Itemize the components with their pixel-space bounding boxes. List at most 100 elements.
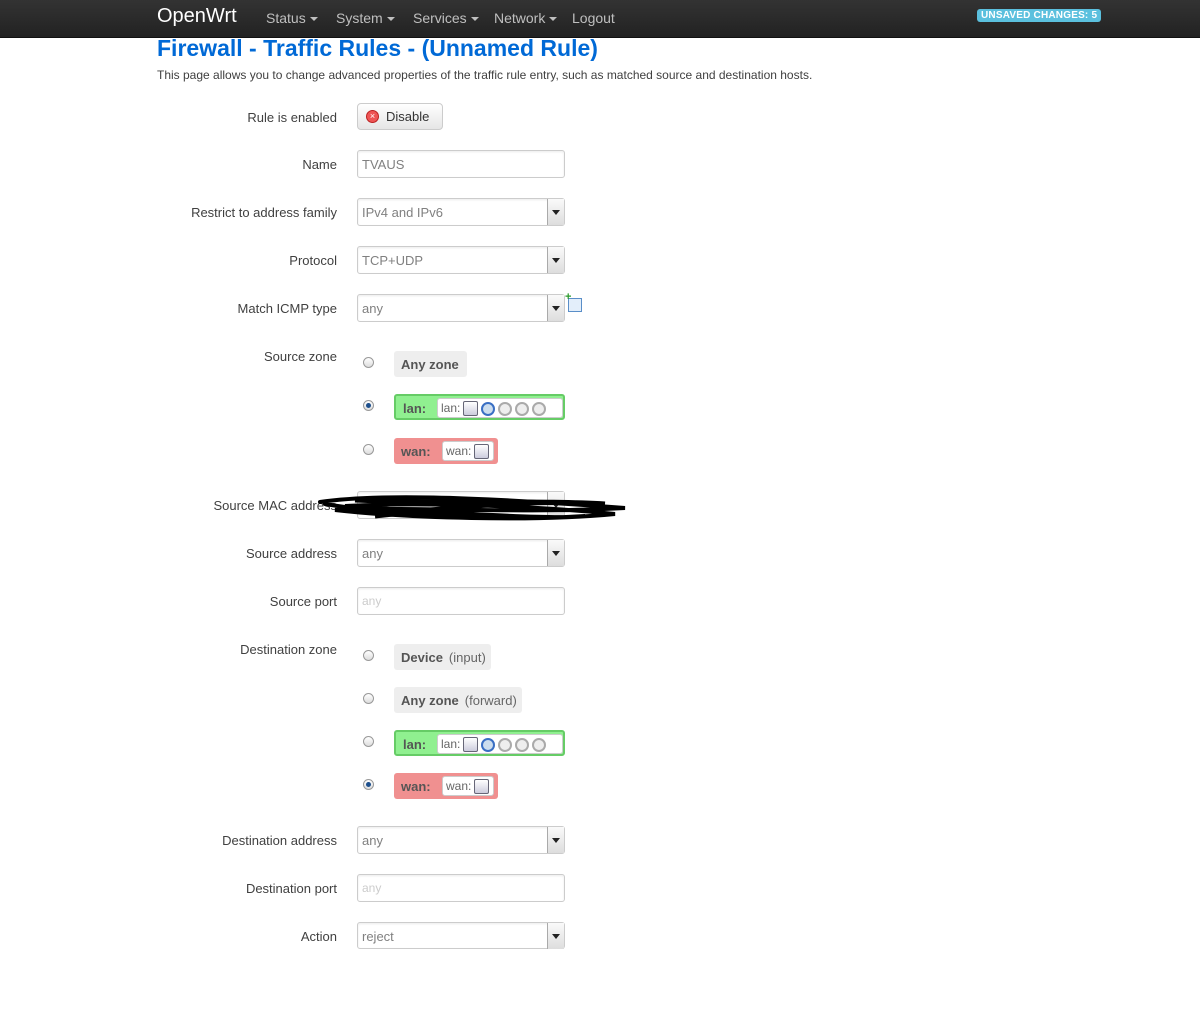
source-port-input[interactable]: any bbox=[357, 587, 565, 615]
dropdown-arrow-icon bbox=[547, 827, 564, 853]
dest-zone-any-radio[interactable] bbox=[363, 693, 374, 704]
wifi-icon bbox=[481, 401, 496, 416]
zone-sub: (input) bbox=[448, 650, 486, 665]
wifi-disabled-icon bbox=[532, 401, 547, 416]
zone-name: wan: bbox=[401, 444, 431, 459]
dest-zone-device-radio[interactable] bbox=[363, 650, 374, 661]
protocol-select-value: TCP+UDP bbox=[362, 253, 424, 268]
brand-logo[interactable]: OpenWrt bbox=[157, 5, 237, 28]
source-port-label: Source port bbox=[269, 594, 337, 609]
source-zone-label: Source zone bbox=[264, 349, 337, 364]
protocol-label: Protocol bbox=[289, 253, 337, 268]
source-zone-lan-radio[interactable] bbox=[363, 400, 374, 411]
action-label: Action bbox=[300, 929, 337, 944]
icmp-select[interactable]: any bbox=[357, 294, 565, 322]
source-zone-wan-radio[interactable] bbox=[363, 444, 374, 455]
source-zone-any-radio[interactable] bbox=[363, 357, 374, 368]
wifi-disabled-icon bbox=[532, 737, 547, 752]
family-label: Restrict to address family bbox=[191, 205, 337, 220]
dropdown-arrow-icon bbox=[547, 295, 564, 321]
dest-address-select[interactable]: any bbox=[357, 826, 565, 854]
action-select[interactable]: reject bbox=[357, 922, 565, 949]
zone-networks: wan: bbox=[442, 776, 494, 796]
ethernet-icon bbox=[474, 444, 490, 460]
disable-button[interactable]: × Disable bbox=[357, 103, 443, 130]
zone-networks: wan: bbox=[442, 441, 494, 461]
dest-address-label: Destination address bbox=[222, 833, 337, 848]
dropdown-arrow-icon bbox=[547, 199, 564, 225]
dest-zone-lan-radio[interactable] bbox=[363, 736, 374, 747]
unsaved-changes-badge[interactable]: UNSAVED CHANGES: 5 bbox=[977, 9, 1102, 22]
zone-networks: lan: bbox=[437, 734, 563, 754]
wifi-disabled-icon bbox=[498, 401, 513, 416]
chevron-down-icon bbox=[309, 17, 318, 22]
nav-network-label: Network bbox=[494, 10, 546, 26]
nav-logout[interactable]: Logout bbox=[572, 10, 615, 26]
add-icon[interactable] bbox=[565, 291, 582, 312]
chevron-down-icon bbox=[386, 17, 395, 22]
network-name: lan: bbox=[441, 737, 461, 751]
network-name: lan: bbox=[441, 401, 461, 415]
source-address-label: Source address bbox=[245, 546, 337, 561]
name-label: Name bbox=[302, 157, 337, 172]
zone-name: wan: bbox=[401, 779, 431, 794]
zone-name: Any zone bbox=[401, 357, 459, 372]
source-address-select[interactable]: any bbox=[357, 539, 565, 567]
dest-address-value: any bbox=[362, 833, 383, 848]
network-name: wan: bbox=[446, 779, 472, 793]
redaction-scribble bbox=[318, 495, 626, 521]
zone-name: lan: bbox=[403, 737, 427, 752]
page-title: Firewall - Traffic Rules - (Unnamed Rule… bbox=[157, 35, 598, 61]
ethernet-icon bbox=[463, 737, 479, 753]
zone-name: Any zone (forward) bbox=[401, 693, 517, 708]
dropdown-arrow-icon bbox=[547, 540, 564, 566]
source-zone-any[interactable]: Any zone bbox=[394, 351, 467, 377]
zone-name-text: Any zone bbox=[401, 693, 459, 708]
family-select-value: IPv4 and IPv6 bbox=[362, 205, 443, 220]
family-select[interactable]: IPv4 and IPv6 bbox=[357, 198, 565, 226]
nav-network[interactable]: Network bbox=[494, 10, 558, 26]
nav-services-label: Services bbox=[413, 10, 467, 26]
ethernet-icon bbox=[474, 779, 490, 795]
source-zone-lan[interactable]: lan: lan: bbox=[394, 394, 565, 420]
rule-enabled-label: Rule is enabled bbox=[247, 110, 337, 125]
nav-services[interactable]: Services bbox=[413, 10, 479, 26]
top-navbar: OpenWrt Status System Services Network L… bbox=[0, 0, 1200, 38]
name-input[interactable]: TVAUS bbox=[357, 150, 565, 178]
page-description: This page allows you to change advanced … bbox=[157, 68, 813, 82]
zone-sub: (forward) bbox=[464, 693, 517, 708]
protocol-select[interactable]: TCP+UDP bbox=[357, 246, 565, 274]
nav-system-label: System bbox=[336, 10, 383, 26]
nav-system[interactable]: System bbox=[336, 10, 395, 26]
wifi-disabled-icon bbox=[498, 737, 513, 752]
network-name: wan: bbox=[446, 444, 472, 458]
ethernet-icon bbox=[463, 401, 479, 417]
nav-status[interactable]: Status bbox=[266, 10, 318, 26]
dest-port-input[interactable]: any bbox=[357, 874, 565, 902]
wifi-disabled-icon bbox=[515, 737, 530, 752]
zone-name: lan: bbox=[403, 401, 427, 416]
dest-zone-any[interactable]: Any zone (forward) bbox=[394, 687, 522, 713]
source-zone-wan[interactable]: wan: wan: bbox=[394, 438, 498, 464]
dest-zone-lan[interactable]: lan: lan: bbox=[394, 730, 565, 756]
zone-name: Device (input) bbox=[401, 650, 486, 665]
disable-button-label: Disable bbox=[386, 109, 430, 124]
dest-zone-label: Destination zone bbox=[240, 642, 337, 657]
action-select-value: reject bbox=[362, 929, 394, 944]
dropdown-arrow-icon bbox=[547, 923, 564, 949]
nav-status-label: Status bbox=[266, 10, 306, 26]
dest-port-label: Destination port bbox=[245, 881, 337, 896]
dest-zone-wan[interactable]: wan: wan: bbox=[394, 773, 498, 799]
chevron-down-icon bbox=[549, 17, 558, 22]
source-address-value: any bbox=[362, 546, 383, 561]
zone-networks: lan: bbox=[437, 398, 563, 418]
dest-zone-wan-radio[interactable] bbox=[363, 779, 374, 790]
dest-zone-device[interactable]: Device (input) bbox=[394, 644, 491, 670]
wifi-disabled-icon bbox=[515, 401, 530, 416]
wifi-icon bbox=[481, 737, 496, 752]
dropdown-arrow-icon bbox=[547, 247, 564, 273]
icmp-select-value: any bbox=[362, 301, 383, 316]
close-icon: × bbox=[366, 110, 379, 123]
zone-name-text: Device bbox=[401, 650, 443, 665]
chevron-down-icon bbox=[470, 17, 479, 22]
